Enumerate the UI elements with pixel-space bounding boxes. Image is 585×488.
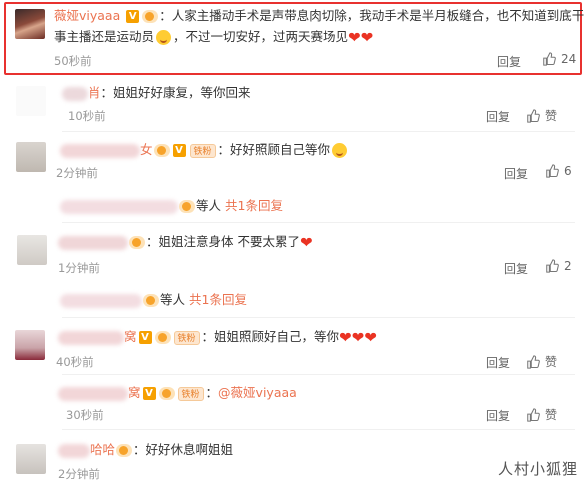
- divider: [62, 131, 575, 132]
- heart-icon: ❤: [351, 328, 365, 347]
- avatar[interactable]: [16, 444, 46, 474]
- heart-icon: ❤: [348, 28, 361, 47]
- divider: [62, 222, 575, 223]
- comment-text: 窝 V 铁粉 ：@薇娅viyaaa: [58, 383, 297, 403]
- reply-button[interactable]: 回复: [486, 108, 510, 125]
- level-icon: [143, 294, 159, 307]
- fan-badge: 铁粉: [189, 143, 216, 158]
- reply-summary: 等人 共1条回复: [60, 290, 247, 310]
- thumbs-up-icon: [546, 259, 559, 273]
- like-button[interactable]: 24: [542, 52, 576, 66]
- mention-link[interactable]: @薇娅viyaaa: [218, 385, 297, 400]
- level-icon: [153, 144, 170, 157]
- username[interactable]: 薇娅viyaaa: [54, 8, 120, 23]
- reply-button[interactable]: 回复: [504, 165, 528, 182]
- level-icon: [129, 236, 145, 249]
- comment-time: 2分钟前: [56, 166, 98, 180]
- thumbs-up-icon: [546, 164, 559, 178]
- username-blurred[interactable]: [58, 386, 128, 401]
- thumbs-up-icon: [527, 108, 540, 123]
- reply-button[interactable]: 回复: [486, 354, 510, 371]
- view-replies-link[interactable]: 共1条回复: [189, 292, 247, 307]
- divider: [62, 317, 575, 318]
- avatar[interactable]: [15, 9, 45, 39]
- username-blurred[interactable]: [60, 293, 142, 308]
- heart-icon: ❤: [339, 328, 352, 347]
- heart-icon: ❤: [364, 328, 377, 347]
- heart-icon: ❤: [299, 233, 313, 252]
- reply-button[interactable]: 回复: [486, 407, 510, 424]
- reply-summary: 等人 共1条回复: [60, 196, 283, 216]
- level-icon: [179, 200, 195, 213]
- smile-emoji-icon: [332, 143, 348, 158]
- comment-text: 窝 V 铁粉 ：姐姐照顾好自己，等你❤❤❤: [58, 327, 377, 348]
- thumbs-up-icon: [527, 407, 540, 422]
- avatar[interactable]: [17, 235, 47, 265]
- comment-time: 50秒前: [54, 54, 92, 68]
- comment-time: 10秒前: [68, 109, 106, 123]
- comment-text: 哈哈 ：好好休息啊姐姐: [58, 440, 233, 460]
- divider: [62, 429, 575, 430]
- watermark: 人村小狐狸: [498, 460, 579, 478]
- level-icon: [154, 331, 171, 344]
- like-button[interactable]: 赞: [526, 353, 557, 370]
- avatar[interactable]: [16, 142, 46, 172]
- username-blurred[interactable]: [58, 330, 124, 345]
- verified-icon: V: [142, 387, 156, 400]
- divider: [62, 374, 575, 375]
- comment-time: 40秒前: [56, 355, 94, 369]
- like-button[interactable]: 赞: [526, 107, 557, 124]
- heart-icon: ❤: [360, 28, 374, 47]
- comment-text: 女 V 铁粉 ：好好照顾自己等你: [60, 140, 349, 160]
- comment-text: 薇娅viyaaa V ：人家主播动手术是声带息肉切除，我动手术是半月板缝合，也不知…: [54, 8, 585, 23]
- avatar[interactable]: [15, 330, 45, 360]
- fan-badge: 铁粉: [177, 386, 204, 401]
- avatar[interactable]: [16, 86, 46, 116]
- verified-icon: V: [172, 144, 186, 157]
- comment-text: 肖：姐姐好好康复，等你回来: [62, 83, 251, 103]
- username-blurred[interactable]: [58, 443, 90, 458]
- thumbs-up-icon: [527, 354, 540, 369]
- comment-text: ：姐姐注意身体 不要太累了❤: [58, 232, 313, 253]
- level-icon: [142, 10, 159, 23]
- laugh-cry-emoji-icon: [156, 30, 172, 45]
- username-blurred[interactable]: [58, 235, 128, 250]
- like-button[interactable]: 6: [545, 164, 572, 178]
- username-blurred[interactable]: [60, 143, 140, 158]
- level-icon: [158, 387, 175, 400]
- view-replies-link[interactable]: 共1条回复: [225, 198, 283, 213]
- level-icon: [116, 444, 133, 457]
- like-button[interactable]: 赞: [526, 406, 557, 423]
- reply-button[interactable]: 回复: [497, 53, 521, 70]
- thumbs-up-icon: [543, 52, 556, 66]
- like-button[interactable]: 2: [545, 259, 572, 273]
- fan-badge: 铁粉: [173, 330, 200, 345]
- comment-text-line2: 事主播还是运动员 ，不过一切安好，过两天赛场见❤❤: [54, 28, 374, 47]
- verified-icon: V: [126, 10, 140, 23]
- username-blurred[interactable]: [60, 199, 178, 214]
- verified-icon: V: [138, 331, 152, 344]
- reply-button[interactable]: 回复: [504, 260, 528, 277]
- username-blurred[interactable]: [62, 86, 88, 101]
- comment-time: 2分钟前: [58, 467, 100, 481]
- comment-time: 1分钟前: [58, 261, 100, 275]
- comment-time: 30秒前: [66, 408, 104, 422]
